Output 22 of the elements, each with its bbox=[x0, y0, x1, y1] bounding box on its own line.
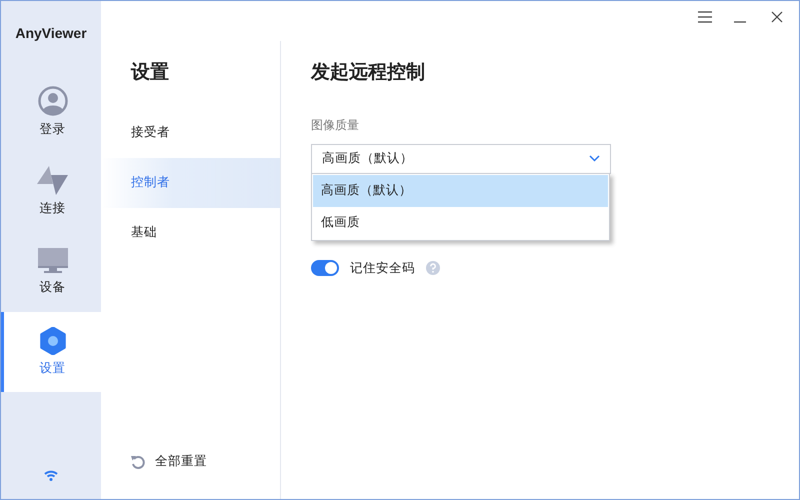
nav-item[interactable]: 设备 bbox=[1, 232, 101, 312]
monitor-icon bbox=[38, 248, 68, 274]
nav-item[interactable]: 登录 bbox=[1, 72, 101, 152]
wifi-icon bbox=[44, 470, 58, 481]
gear-icon bbox=[38, 326, 66, 355]
triangles-icon bbox=[37, 166, 68, 196]
nav-item[interactable]: 设置 bbox=[1, 312, 101, 392]
app-name: AnyViewer bbox=[15, 24, 87, 43]
dropdown-option[interactable]: 高画质（默认） bbox=[313, 174, 608, 206]
reset-icon bbox=[131, 454, 145, 469]
nav-item[interactable]: 连接 bbox=[1, 152, 101, 232]
toggle-switch[interactable] bbox=[311, 260, 339, 276]
field-label: 图像质量 bbox=[311, 116, 360, 134]
quality-dropdown[interactable]: 高画质（默认） bbox=[311, 144, 611, 174]
reset-button[interactable]: 全部重置 bbox=[131, 452, 280, 471]
chevron-icon bbox=[589, 155, 600, 162]
account-icon bbox=[38, 86, 68, 116]
page-title: 发起远程控制 bbox=[311, 61, 426, 85]
section-title: 设置 bbox=[131, 61, 170, 85]
settings-tab[interactable]: 基础 bbox=[101, 208, 280, 258]
toggle-label: 记住安全码 bbox=[350, 260, 415, 276]
settings-tab[interactable]: 接受者 bbox=[101, 108, 280, 158]
